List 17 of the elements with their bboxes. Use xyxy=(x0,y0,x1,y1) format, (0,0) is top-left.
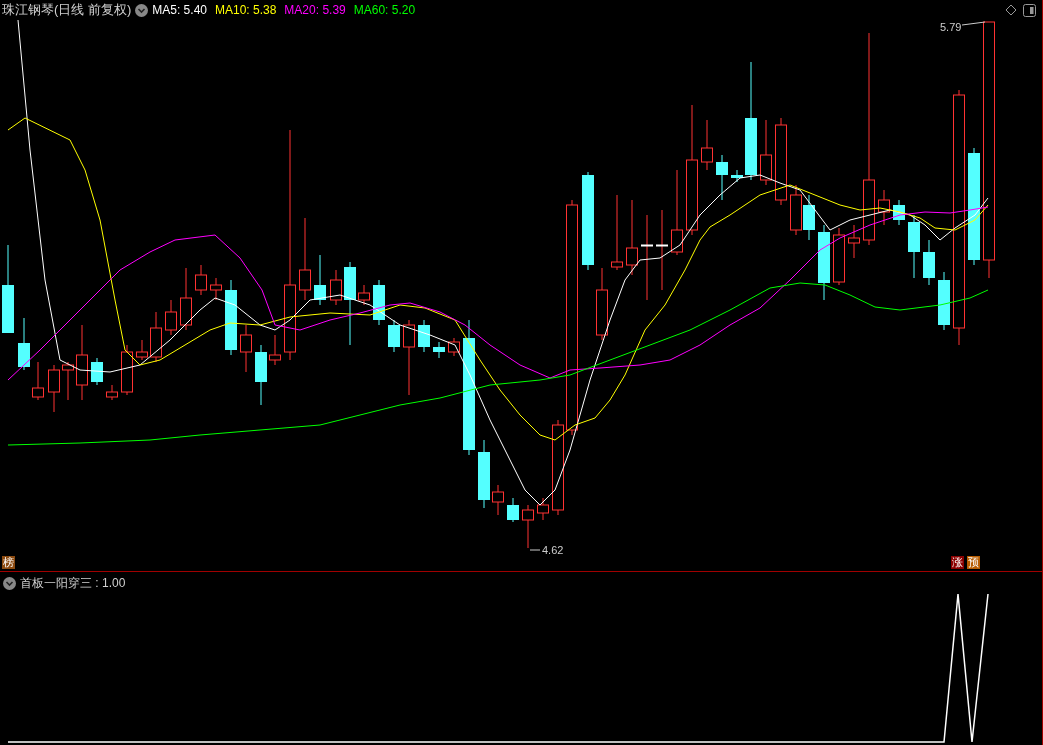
flag-badge: 预 xyxy=(967,556,980,569)
chart-title: 珠江钢琴(日线 前复权) xyxy=(2,1,132,20)
flag-badge: 涨 xyxy=(951,556,964,569)
diamond-icon[interactable] xyxy=(1005,4,1017,16)
high-price-label: 5.79 xyxy=(940,21,962,33)
dropdown-icon[interactable] xyxy=(135,3,149,17)
moving-average-value: MA20: 5.39 xyxy=(284,2,346,19)
moving-average-value: MA60: 5.20 xyxy=(353,2,416,19)
leader-line xyxy=(961,21,986,26)
moving-average-value: MA5: 5.40 xyxy=(152,2,207,19)
panel-toggle-icon[interactable] xyxy=(1023,3,1036,17)
dropdown-icon[interactable] xyxy=(3,576,16,590)
leader-line xyxy=(529,549,541,551)
indicator-label: 首板一阳穿三 : 1.00 xyxy=(20,575,126,592)
moving-average-value: MA10: 5.38 xyxy=(215,2,277,19)
flag-badge: 榜 xyxy=(2,556,15,569)
low-price-label: 4.62 xyxy=(542,544,564,556)
